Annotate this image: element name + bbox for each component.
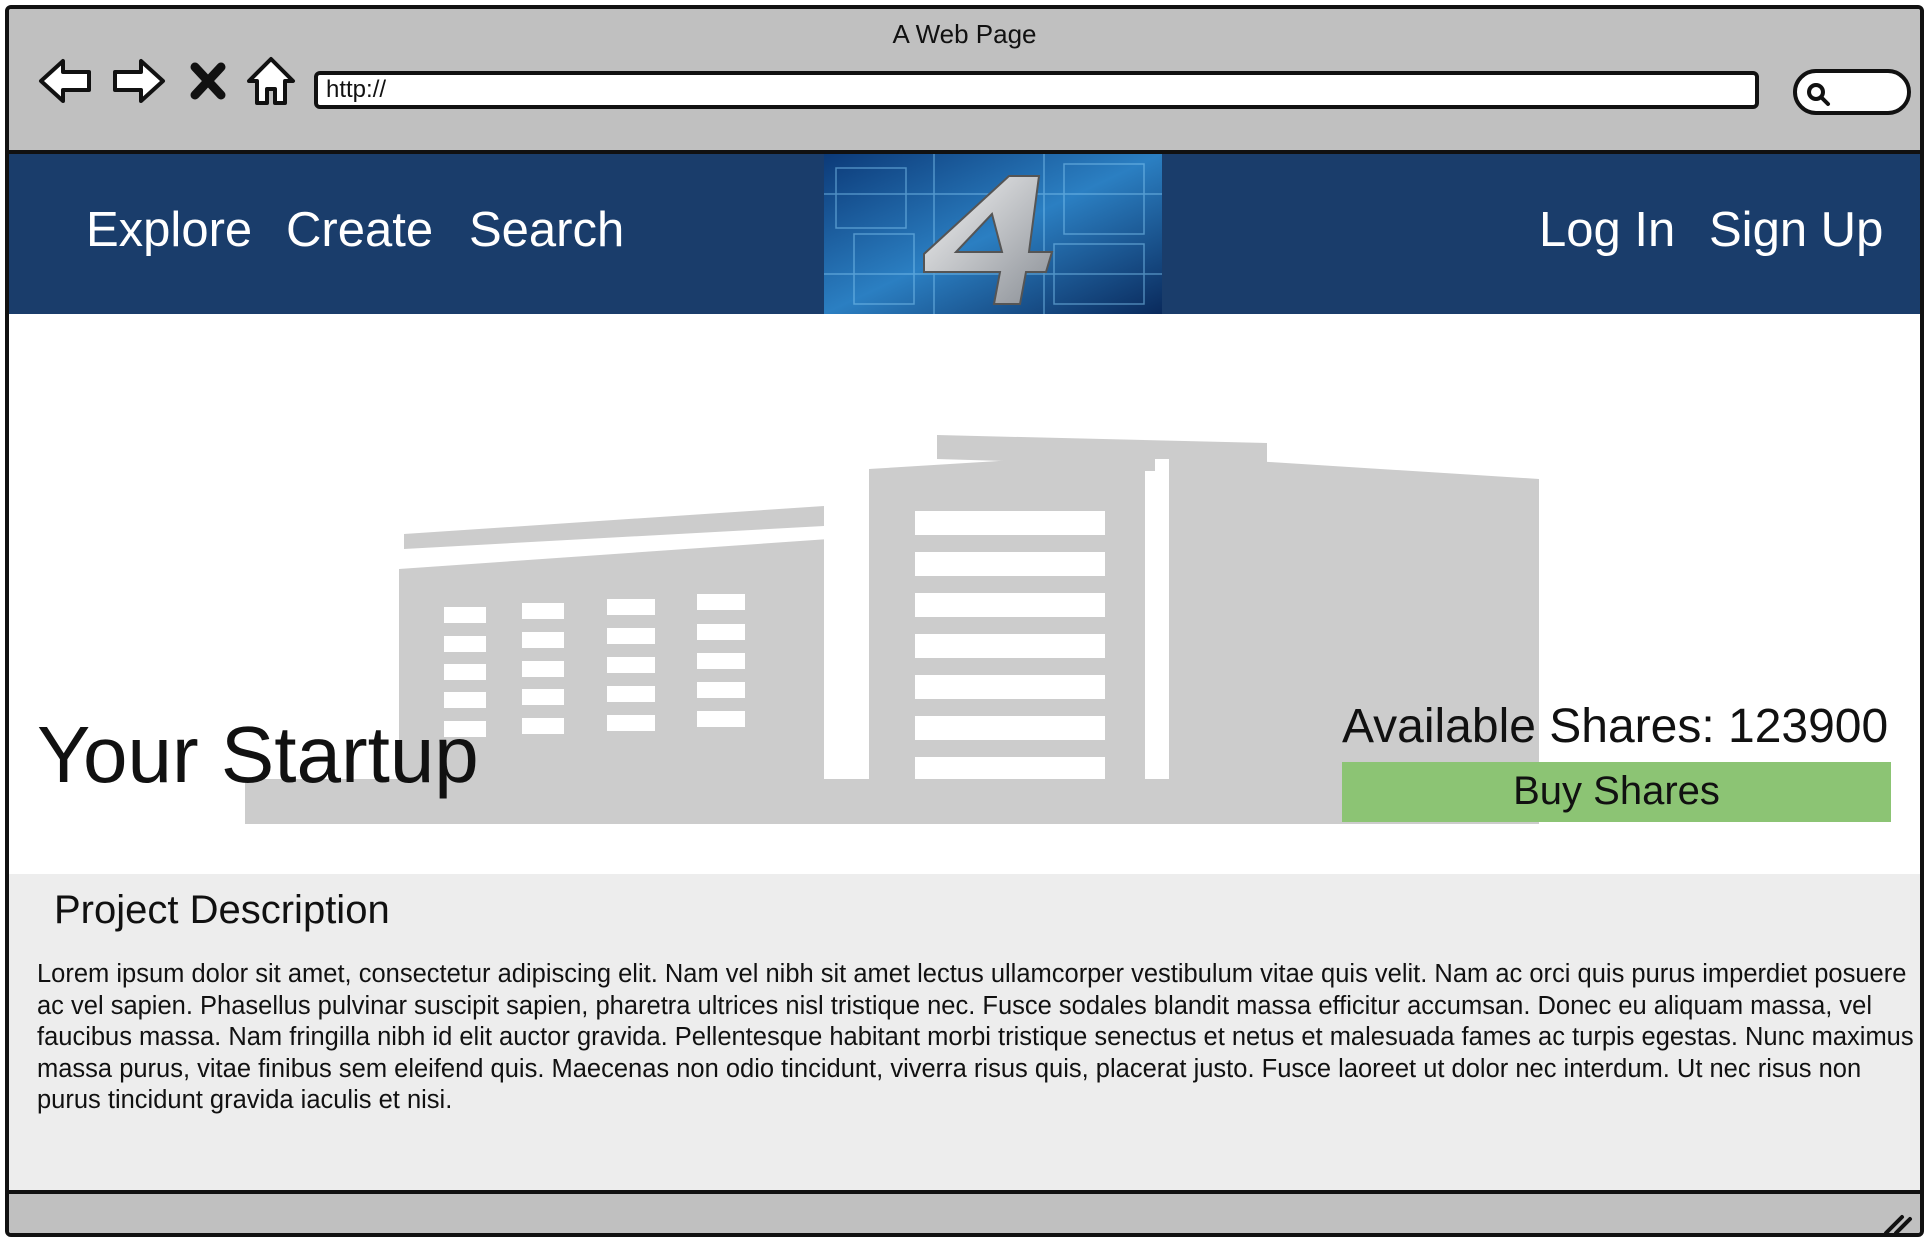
nav-login-link[interactable]: Log In	[1539, 202, 1675, 258]
project-description-heading: Project Description	[54, 888, 390, 932]
buy-shares-button[interactable]: Buy Shares	[1342, 762, 1891, 822]
browser-window: A Web Page http:// Explore Create Search	[5, 5, 1924, 1237]
site-logo[interactable]	[824, 154, 1162, 314]
project-description-text: Lorem ipsum dolor sit amet, consectetur …	[37, 960, 1914, 1114]
close-icon[interactable]	[185, 51, 231, 111]
browser-search-box[interactable]	[1793, 69, 1911, 115]
nav-explore-link[interactable]: Explore	[86, 202, 252, 258]
window-title: A Web Page	[892, 19, 1037, 49]
browser-toolbar: A Web Page http://	[9, 9, 1920, 150]
nav-search-link[interactable]: Search	[469, 202, 624, 258]
nav-create-link[interactable]: Create	[286, 202, 433, 258]
resize-grip-icon[interactable]	[1880, 1207, 1914, 1237]
startup-title: Your Startup	[37, 710, 479, 799]
url-input[interactable]: http://	[314, 71, 1759, 109]
search-icon	[1807, 83, 1830, 106]
top-navigation: Explore Create Search Log In Sign Up	[9, 154, 1920, 314]
hero-section: Your Startup Available Shares: 123900 Bu…	[9, 314, 1920, 874]
home-icon[interactable]	[241, 51, 301, 111]
available-shares-label: Available Shares: 123900	[1342, 700, 1889, 753]
status-bar	[9, 1190, 1920, 1237]
web-page: Explore Create Search Log In Sign Up You…	[9, 150, 1920, 1194]
back-arrow-icon[interactable]	[35, 51, 95, 111]
nav-signup-link[interactable]: Sign Up	[1709, 202, 1883, 258]
project-description-section: Project Description Lorem ipsum dolor si…	[9, 874, 1920, 1194]
forward-arrow-icon[interactable]	[109, 51, 169, 111]
